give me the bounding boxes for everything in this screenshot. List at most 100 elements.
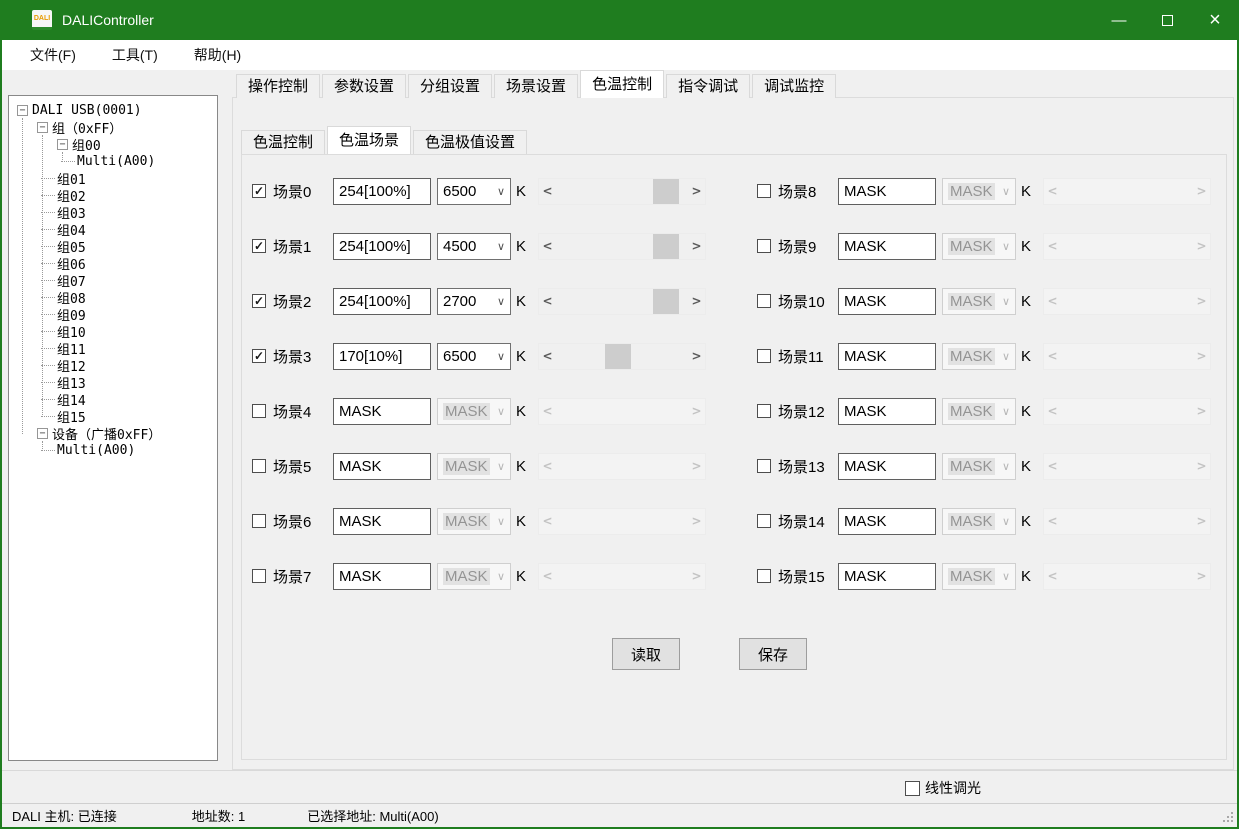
color-temp-select[interactable]: MASK∨ — [437, 453, 511, 480]
color-temp-select[interactable]: MASK∨ — [942, 233, 1016, 260]
scroll-right-icon[interactable]: > — [1193, 399, 1210, 424]
tree-item[interactable]: −设备（广播0xFF） — [9, 425, 217, 442]
level-scrollbar[interactable]: <> — [1043, 453, 1211, 480]
scene-checkbox[interactable]: ✓ — [252, 404, 266, 418]
scene-level-input[interactable] — [838, 508, 936, 535]
scene-level-input[interactable] — [333, 343, 431, 370]
level-scrollbar[interactable]: <> — [538, 343, 706, 370]
tree-item[interactable]: 组03 — [9, 204, 217, 221]
color-temp-select[interactable]: 6500∨ — [437, 343, 511, 370]
level-scrollbar[interactable]: <> — [538, 453, 706, 480]
scrollbar-thumb[interactable] — [653, 234, 679, 259]
color-temp-select[interactable]: MASK∨ — [942, 343, 1016, 370]
level-scrollbar[interactable]: <> — [1043, 178, 1211, 205]
scene-checkbox[interactable]: ✓ — [252, 459, 266, 473]
maximize-button[interactable] — [1143, 0, 1191, 40]
color-temp-select[interactable]: MASK∨ — [942, 563, 1016, 590]
scene-level-input[interactable] — [838, 563, 936, 590]
level-scrollbar[interactable]: <> — [1043, 343, 1211, 370]
scroll-right-icon[interactable]: > — [688, 234, 705, 259]
scroll-left-icon[interactable]: < — [539, 454, 556, 479]
scene-level-input[interactable] — [333, 453, 431, 480]
color-temp-select[interactable]: MASK∨ — [942, 178, 1016, 205]
level-scrollbar[interactable]: <> — [1043, 398, 1211, 425]
scroll-left-icon[interactable]: < — [1044, 454, 1061, 479]
menu-item-0[interactable]: 文件(F) — [16, 40, 90, 70]
tree-item[interactable]: 组05 — [9, 238, 217, 255]
scroll-right-icon[interactable]: > — [688, 289, 705, 314]
linear-dimming-checkbox[interactable]: ✓ — [905, 781, 920, 796]
color-temp-select[interactable]: MASK∨ — [437, 398, 511, 425]
tab-指令调试[interactable]: 指令调试 — [666, 74, 750, 98]
scene-checkbox[interactable]: ✓ — [252, 569, 266, 583]
scene-level-input[interactable] — [838, 453, 936, 480]
scene-checkbox[interactable]: ✓ — [757, 404, 771, 418]
tree-item[interactable]: 组07 — [9, 272, 217, 289]
scroll-right-icon[interactable]: > — [1193, 564, 1210, 589]
scroll-right-icon[interactable]: > — [688, 344, 705, 369]
scroll-right-icon[interactable]: > — [1193, 179, 1210, 204]
scene-checkbox[interactable]: ✓ — [757, 184, 771, 198]
tree-item[interactable]: 组12 — [9, 357, 217, 374]
tree-collapse-icon[interactable]: − — [17, 105, 28, 116]
scroll-left-icon[interactable]: < — [1044, 564, 1061, 589]
scroll-right-icon[interactable]: > — [1193, 509, 1210, 534]
scene-checkbox[interactable]: ✓ — [252, 349, 266, 363]
tree-item[interactable]: 组02 — [9, 187, 217, 204]
level-scrollbar[interactable]: <> — [538, 288, 706, 315]
color-temp-select[interactable]: MASK∨ — [942, 398, 1016, 425]
scroll-right-icon[interactable]: > — [688, 399, 705, 424]
scroll-left-icon[interactable]: < — [539, 399, 556, 424]
scroll-left-icon[interactable]: < — [1044, 344, 1061, 369]
color-temp-select[interactable]: MASK∨ — [942, 453, 1016, 480]
tree-item[interactable]: −组（0xFF） — [9, 119, 217, 136]
tab-操作控制[interactable]: 操作控制 — [236, 74, 320, 98]
subtab-色温场景[interactable]: 色温场景 — [327, 126, 411, 154]
tab-色温控制[interactable]: 色温控制 — [580, 70, 664, 98]
color-temp-select[interactable]: MASK∨ — [437, 508, 511, 535]
tab-参数设置[interactable]: 参数设置 — [322, 74, 406, 98]
level-scrollbar[interactable]: <> — [1043, 563, 1211, 590]
scroll-left-icon[interactable]: < — [539, 179, 556, 204]
tree-item[interactable]: 组08 — [9, 289, 217, 306]
color-temp-select[interactable]: 2700∨ — [437, 288, 511, 315]
close-button[interactable]: × — [1191, 0, 1239, 40]
level-scrollbar[interactable]: <> — [1043, 508, 1211, 535]
scene-level-input[interactable] — [838, 178, 936, 205]
tree-collapse-icon[interactable]: − — [57, 139, 68, 150]
tree-item[interactable]: 组13 — [9, 374, 217, 391]
scene-level-input[interactable] — [333, 178, 431, 205]
scroll-left-icon[interactable]: < — [1044, 399, 1061, 424]
tree-collapse-icon[interactable]: − — [37, 428, 48, 439]
scene-checkbox[interactable]: ✓ — [757, 349, 771, 363]
level-scrollbar[interactable]: <> — [1043, 288, 1211, 315]
scrollbar-thumb[interactable] — [653, 179, 679, 204]
tree-item[interactable]: −DALI USB(0001) — [9, 102, 217, 119]
scroll-left-icon[interactable]: < — [1044, 234, 1061, 259]
tree-item[interactable]: 组10 — [9, 323, 217, 340]
scene-level-input[interactable] — [838, 343, 936, 370]
scene-level-input[interactable] — [838, 233, 936, 260]
scroll-right-icon[interactable]: > — [688, 564, 705, 589]
scroll-left-icon[interactable]: < — [539, 509, 556, 534]
scroll-left-icon[interactable]: < — [1044, 179, 1061, 204]
scroll-right-icon[interactable]: > — [1193, 289, 1210, 314]
tree-item[interactable]: 组09 — [9, 306, 217, 323]
scroll-right-icon[interactable]: > — [688, 509, 705, 534]
level-scrollbar[interactable]: <> — [538, 178, 706, 205]
resize-grip[interactable] — [1231, 820, 1233, 822]
scene-level-input[interactable] — [333, 233, 431, 260]
scene-checkbox[interactable]: ✓ — [757, 239, 771, 253]
color-temp-select[interactable]: MASK∨ — [942, 508, 1016, 535]
tree-item[interactable]: 组11 — [9, 340, 217, 357]
tab-调试监控[interactable]: 调试监控 — [752, 74, 836, 98]
menu-item-1[interactable]: 工具(T) — [98, 40, 172, 70]
scene-level-input[interactable] — [333, 563, 431, 590]
level-scrollbar[interactable]: <> — [538, 563, 706, 590]
tab-分组设置[interactable]: 分组设置 — [408, 74, 492, 98]
tree-item[interactable]: Multi(A00) — [9, 153, 217, 170]
scroll-right-icon[interactable]: > — [688, 179, 705, 204]
level-scrollbar[interactable]: <> — [538, 233, 706, 260]
tree-item[interactable]: 组15 — [9, 408, 217, 425]
color-temp-select[interactable]: MASK∨ — [437, 563, 511, 590]
